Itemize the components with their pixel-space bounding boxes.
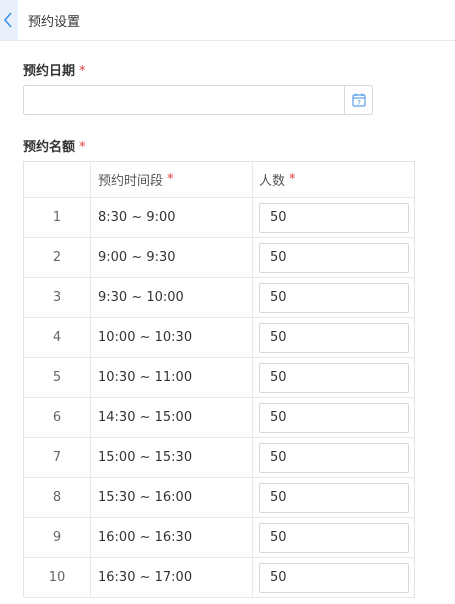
count-input[interactable] (259, 562, 409, 593)
row-index: 10 (24, 558, 91, 597)
row-count-cell (253, 518, 414, 557)
row-count-cell (253, 318, 414, 357)
required-mark: * (79, 64, 86, 79)
table-row: 6 14:30 ~ 15:00 (24, 398, 414, 438)
row-time-slot: 10:30 ~ 11:00 (91, 358, 253, 397)
row-index: 8 (24, 478, 91, 517)
page-header: 预约设置 (0, 0, 455, 41)
table-row: 8 15:30 ~ 16:00 (24, 478, 414, 518)
table-row: 1 8:30 ~ 9:00 (24, 198, 414, 238)
quota-table: 预约时间段* 人数* 1 8:30 ~ 9:00 2 9:00 ~ 9:30 3… (23, 161, 415, 598)
row-count-cell (253, 478, 414, 517)
row-index: 9 (24, 518, 91, 557)
required-mark: * (289, 172, 296, 187)
row-time-slot: 16:00 ~ 16:30 (91, 518, 253, 557)
calendar-icon: 7 (352, 93, 366, 107)
calendar-button[interactable]: 7 (344, 86, 372, 114)
date-label-text: 预约日期 (23, 64, 76, 79)
table-row: 7 15:00 ~ 15:30 (24, 438, 414, 478)
row-time-slot: 10:00 ~ 10:30 (91, 318, 253, 357)
table-header-row: 预约时间段 * 人数 * (24, 162, 414, 198)
row-count-cell (253, 558, 414, 597)
row-index: 7 (24, 438, 91, 477)
row-time-slot: 14:30 ~ 15:00 (91, 398, 253, 437)
row-time-slot: 16:30 ~ 17:00 (91, 558, 253, 597)
quota-field-label: 预约名额 * (23, 136, 86, 155)
row-time-slot: 8:30 ~ 9:00 (91, 198, 253, 237)
row-count-cell (253, 398, 414, 437)
row-count-cell (253, 278, 414, 317)
count-input[interactable] (259, 242, 409, 273)
count-input[interactable] (259, 282, 409, 313)
row-time-slot: 15:30 ~ 16:00 (91, 478, 253, 517)
row-time-slot: 9:30 ~ 10:00 (91, 278, 253, 317)
row-count-cell (253, 238, 414, 277)
table-row: 3 9:30 ~ 10:00 (24, 278, 414, 318)
row-index: 3 (24, 278, 91, 317)
date-picker[interactable]: 7 (23, 85, 373, 115)
page-title: 预约设置 (28, 15, 81, 30)
back-button[interactable] (0, 0, 18, 40)
count-input[interactable] (259, 482, 409, 513)
count-input[interactable] (259, 202, 409, 233)
row-count-cell (253, 358, 414, 397)
row-index: 2 (24, 238, 91, 277)
count-input[interactable] (259, 402, 409, 433)
table-row: 2 9:00 ~ 9:30 (24, 238, 414, 278)
count-input[interactable] (259, 322, 409, 353)
row-index: 4 (24, 318, 91, 357)
date-input[interactable] (24, 86, 345, 114)
table-row: 10 16:30 ~ 17:00 (24, 558, 414, 598)
row-time-slot: 15:00 ~ 15:30 (91, 438, 253, 477)
chevron-left-icon (4, 12, 12, 28)
row-count-cell (253, 438, 414, 477)
table-row: 9 16:00 ~ 16:30 (24, 518, 414, 558)
row-time-slot: 9:00 ~ 9:30 (91, 238, 253, 277)
count-input[interactable] (259, 442, 409, 473)
header-time-slot: 预约时间段 * (91, 162, 253, 197)
table-row: 5 10:30 ~ 11:00 (24, 358, 414, 398)
row-index: 6 (24, 398, 91, 437)
header-index (24, 162, 91, 197)
row-count-cell (253, 198, 414, 237)
table-row: 4 10:00 ~ 10:30 (24, 318, 414, 358)
quota-label-text: 预约名额 (23, 140, 76, 155)
row-index: 5 (24, 358, 91, 397)
header-time-slot-text: 预约时间段 (98, 174, 164, 189)
header-count: 人数 * (253, 162, 414, 197)
count-input[interactable] (259, 522, 409, 553)
required-mark: * (167, 172, 174, 187)
count-input[interactable] (259, 362, 409, 393)
date-field-label: 预约日期 * (23, 60, 86, 79)
required-mark: * (79, 140, 86, 155)
header-count-text: 人数 (259, 174, 286, 189)
svg-text:7: 7 (357, 100, 361, 107)
row-index: 1 (24, 198, 91, 237)
